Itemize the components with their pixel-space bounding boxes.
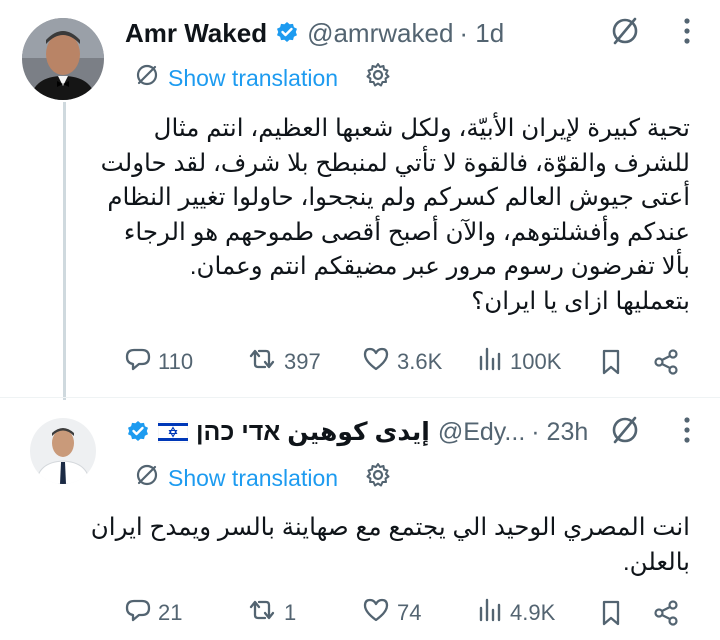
like-count: 3.6K xyxy=(397,349,443,374)
views-icon xyxy=(476,596,504,630)
views-button[interactable]: 100K xyxy=(476,345,561,379)
author-name[interactable]: Amr Waked xyxy=(125,18,267,49)
repost-icon xyxy=(246,596,278,630)
like-button[interactable]: 3.6K xyxy=(361,345,442,379)
muted-icon[interactable] xyxy=(608,413,642,452)
share-icon[interactable] xyxy=(651,599,681,627)
bookmark-icon[interactable] xyxy=(598,599,624,627)
tweet-2[interactable]: إيدى كوهين אדי כהן @Edy... · 23h Show tr… xyxy=(0,395,720,640)
author-handle[interactable]: @Edy... xyxy=(438,418,525,447)
tweet-line: أعتى جيوش العالم كسركم ولم ينجحوا، حاولو… xyxy=(107,184,690,211)
more-icon[interactable] xyxy=(682,415,692,450)
tweet-line: عندكم وأفشلتوهم، والآن أصبح أقصى طموحهم … xyxy=(123,218,690,246)
israel-flag-icon xyxy=(157,420,189,444)
tweet-actions: 110 397 3.6K 100K xyxy=(124,342,694,382)
reply-count: 21 xyxy=(158,600,183,625)
tweet-actions: 21 1 74 4.9K xyxy=(124,593,694,633)
author-name[interactable]: إيدى كوهين אדי כהן xyxy=(196,417,430,447)
verified-badge-icon xyxy=(126,420,150,444)
reply-button[interactable]: 110 xyxy=(124,345,193,379)
globe-icon xyxy=(134,62,160,94)
views-button[interactable]: 4.9K xyxy=(476,596,555,630)
show-translation-link[interactable]: Show translation xyxy=(168,465,338,492)
tweet-text: انت المصري الوحيد الي يجتمع مع صهاينة با… xyxy=(91,511,690,580)
tweet-line: بتعمليها ازاى يا ايران؟ xyxy=(471,287,690,315)
reply-icon xyxy=(124,596,152,630)
repost-button[interactable]: 1 xyxy=(246,596,296,630)
author-handle[interactable]: @amrwaked xyxy=(307,18,453,49)
repost-button[interactable]: 397 xyxy=(246,345,321,379)
thread-line xyxy=(63,102,66,400)
like-count: 74 xyxy=(397,600,422,625)
show-translation-link[interactable]: Show translation xyxy=(168,65,338,92)
gear-icon[interactable] xyxy=(364,61,392,95)
muted-icon[interactable] xyxy=(608,14,642,53)
show-translation-row[interactable]: Show translation xyxy=(134,61,392,95)
verified-badge-icon xyxy=(275,21,299,45)
reply-icon xyxy=(124,345,152,379)
views-icon xyxy=(476,345,504,379)
tweet-header: Amr Waked @amrwaked · 1d xyxy=(125,16,504,50)
tweet-line: تحية كبيرة لإيران الأبيّة، ولكل شعبها ال… xyxy=(153,115,690,142)
views-count: 100K xyxy=(510,349,562,374)
repost-icon xyxy=(246,345,278,379)
tweet-time[interactable]: · 23h xyxy=(531,418,588,447)
tweet-line: بألا تفرضون رسوم مرور عبر مضيقكم انتم وع… xyxy=(189,253,690,280)
reply-count: 110 xyxy=(158,349,194,374)
avatar[interactable] xyxy=(30,418,96,484)
tweet-line: بالعلن. xyxy=(622,548,690,576)
reply-button[interactable]: 21 xyxy=(124,596,182,630)
gear-icon[interactable] xyxy=(364,461,392,495)
tweet-time[interactable]: · 1d xyxy=(459,18,504,49)
like-button[interactable]: 74 xyxy=(361,596,421,630)
repost-count: 397 xyxy=(284,349,321,374)
show-translation-row[interactable]: Show translation xyxy=(134,461,392,495)
tweet-line: انت المصري الوحيد الي يجتمع مع صهاينة با… xyxy=(90,514,690,541)
share-icon[interactable] xyxy=(651,348,681,376)
globe-icon xyxy=(134,462,160,494)
tweet-line: للشرف والقوّة، فالقوة لا تأتي لمنبطح بلا… xyxy=(100,149,690,177)
bookmark-icon[interactable] xyxy=(598,348,624,376)
tweet-text: تحية كبيرة لإيران الأبيّة، ولكل شعبها ال… xyxy=(101,112,690,319)
tweet-header: إيدى كوهين אדי כהן @Edy... · 23h xyxy=(126,415,588,449)
tweet-1[interactable]: Amr Waked @amrwaked · 1d Show translatio… xyxy=(0,0,720,400)
avatar[interactable] xyxy=(22,18,104,100)
views-count: 4.9K xyxy=(510,600,556,625)
repost-count: 1 xyxy=(284,600,297,625)
like-icon xyxy=(361,345,391,379)
more-icon[interactable] xyxy=(682,16,692,51)
like-icon xyxy=(361,596,391,630)
